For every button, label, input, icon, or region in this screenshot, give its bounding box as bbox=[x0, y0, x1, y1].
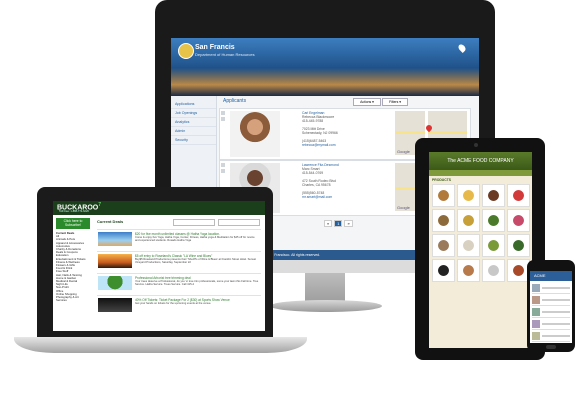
deal-item[interactable]: $20 for five month unlimited classes @ H… bbox=[97, 229, 261, 248]
applicant-email[interactable]: mr.smart@mail.com bbox=[302, 195, 332, 199]
current-deals-title: Current Deals bbox=[97, 219, 124, 224]
sf-app-title: San Francis bbox=[195, 44, 235, 51]
product-tile[interactable] bbox=[482, 234, 505, 257]
sf-app-subtitle: Department of Human Resources bbox=[195, 52, 255, 57]
applicant-email[interactable]: rebecca@mymail.com bbox=[302, 143, 336, 147]
applicant-detail: Charles, CA 95678 bbox=[302, 183, 331, 187]
product-tile[interactable] bbox=[457, 184, 480, 207]
skyline-banner bbox=[171, 68, 479, 96]
deal-image bbox=[98, 232, 132, 246]
product-tile[interactable] bbox=[457, 234, 480, 257]
product-tile[interactable] bbox=[432, 209, 455, 232]
search-input[interactable] bbox=[173, 219, 215, 226]
laptop-base bbox=[14, 337, 307, 353]
filter-select[interactable] bbox=[218, 219, 260, 226]
deal-image bbox=[98, 254, 132, 268]
deal-image bbox=[98, 298, 132, 312]
filters-button[interactable]: Filters ▾ bbox=[382, 98, 408, 106]
product-tile[interactable] bbox=[432, 234, 455, 257]
product-tile[interactable] bbox=[507, 209, 530, 232]
section-title: Applicants bbox=[223, 98, 247, 104]
page-prev-button[interactable]: « bbox=[324, 220, 333, 227]
imac-stand bbox=[305, 273, 345, 303]
deal-text: Get your hands on tickets for the upcomi… bbox=[135, 302, 212, 305]
sidebar-item-job-openings[interactable]: Job Openings bbox=[171, 109, 216, 118]
page-next-button[interactable]: » bbox=[344, 220, 353, 227]
sf-header: San Francis Department of Human Resource… bbox=[171, 38, 479, 96]
phone-screen: ACME bbox=[530, 271, 572, 343]
delete-icon[interactable] bbox=[221, 117, 225, 121]
deal-item[interactable]: 40% Off Tickets: Ticket Package For 2 ($… bbox=[97, 295, 261, 314]
phone-list bbox=[532, 284, 570, 342]
list-item[interactable] bbox=[532, 332, 570, 342]
applicant-detail: Schenectady, NJ 09966 bbox=[302, 131, 338, 135]
page-number-button[interactable]: 1 bbox=[334, 220, 343, 227]
list-item[interactable] bbox=[532, 320, 570, 330]
acme-nav bbox=[429, 170, 532, 176]
sidebar-item-applications[interactable]: Applications bbox=[171, 100, 216, 109]
imac-foot bbox=[270, 300, 382, 312]
actions-button[interactable]: Actions ▾ bbox=[353, 98, 381, 106]
product-tile[interactable] bbox=[482, 259, 505, 282]
category-list: Current Deals All Animals & Pets Apparel… bbox=[56, 231, 92, 302]
product-tile[interactable] bbox=[457, 209, 480, 232]
map-label: Google bbox=[397, 205, 410, 210]
sidebar-item-security[interactable]: Security bbox=[171, 136, 216, 145]
deal-text: Buy$5 Roseland Productions presents thei… bbox=[135, 258, 256, 265]
pagination: « 1 » bbox=[324, 220, 353, 227]
tagline: Toll Free: 1-888-772-6226 bbox=[59, 210, 89, 213]
product-tile[interactable] bbox=[482, 184, 505, 207]
product-tile[interactable] bbox=[457, 259, 480, 282]
list-item[interactable] bbox=[532, 308, 570, 318]
phone-title: ACME bbox=[534, 273, 546, 278]
edit-icon[interactable] bbox=[221, 111, 225, 115]
category-item[interactable]: Services bbox=[56, 299, 92, 302]
tablet-screen: The ACME FOOD COMPANY PRODUCTS bbox=[429, 152, 532, 348]
deal-text: Come & enjoy five Yoga, Hatha Yoga, Cent… bbox=[135, 236, 255, 243]
list-item[interactable] bbox=[532, 284, 570, 294]
map-label: Google bbox=[397, 149, 410, 154]
applicant-detail: 415-445-9788 bbox=[302, 119, 324, 123]
sidebar-item-admin[interactable]: Admin bbox=[171, 127, 216, 136]
laptop-screen: BUCKAROO7 Toll Free: 1-888-772-6226 Clic… bbox=[53, 201, 265, 331]
applicant-photo bbox=[230, 111, 280, 157]
delete-icon[interactable] bbox=[221, 169, 225, 173]
product-tile[interactable] bbox=[482, 209, 505, 232]
product-tile[interactable] bbox=[507, 184, 530, 207]
tablet-camera bbox=[474, 143, 478, 147]
city-seal-icon bbox=[178, 43, 194, 59]
deal-image bbox=[98, 276, 132, 290]
list-item[interactable] bbox=[532, 296, 570, 306]
edit-icon[interactable] bbox=[221, 163, 225, 167]
acme-header: The ACME FOOD COMPANY bbox=[429, 152, 532, 170]
deal-text: Your trees deserve a Professional, do yo… bbox=[135, 280, 259, 287]
product-tile[interactable] bbox=[432, 184, 455, 207]
buckaroo-header: BUCKAROO7 Toll Free: 1-888-772-6226 bbox=[53, 201, 265, 215]
phone-home-button[interactable] bbox=[546, 345, 556, 349]
product-tile[interactable] bbox=[432, 259, 455, 282]
sidebar-item-analytics[interactable]: Analytics bbox=[171, 118, 216, 127]
products-label: PRODUCTS bbox=[432, 178, 452, 182]
deal-item[interactable]: Professional Arborist tree trimming deal… bbox=[97, 273, 261, 292]
applicant-detail: 415-544-0769 bbox=[302, 171, 324, 175]
subscribe-button[interactable]: Click here to Subscribe! bbox=[56, 218, 90, 229]
location-pin-icon[interactable] bbox=[457, 43, 467, 53]
product-grid bbox=[432, 184, 530, 282]
deal-item[interactable]: $5 off entry to Roseland's Classic "LA W… bbox=[97, 251, 261, 270]
product-tile[interactable] bbox=[507, 234, 530, 257]
brand-suffix: 7 bbox=[98, 202, 102, 208]
